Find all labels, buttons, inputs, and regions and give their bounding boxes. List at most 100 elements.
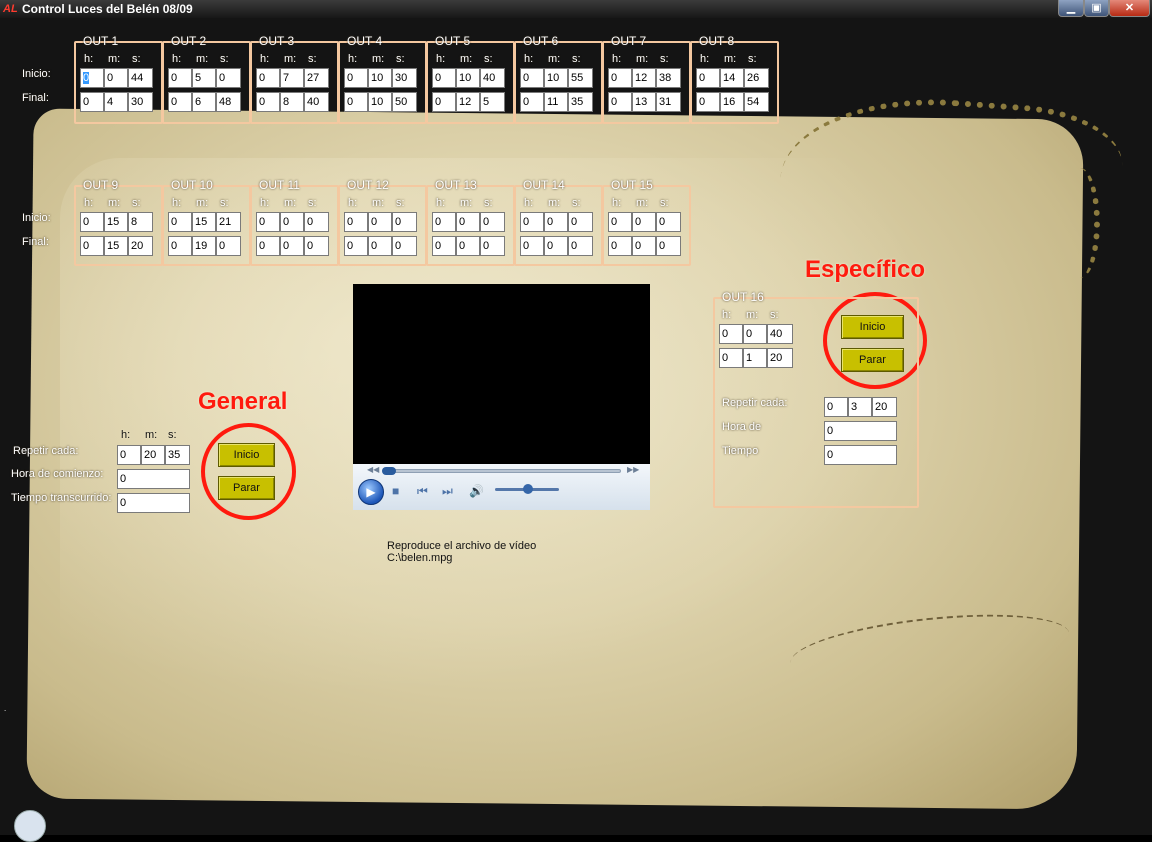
final-s-input[interactable]: 20: [128, 236, 153, 256]
final-h-input[interactable]: 0: [80, 92, 104, 112]
volume-icon[interactable]: 🔊: [469, 484, 484, 498]
inicio-h-input[interactable]: 0: [168, 68, 192, 88]
minimize-button[interactable]: ▁: [1058, 0, 1084, 17]
final-s-input[interactable]: 0: [568, 236, 593, 256]
close-button[interactable]: ✕: [1109, 0, 1150, 17]
inicio-s-input[interactable]: 44: [128, 68, 153, 88]
general-parar-button[interactable]: Parar: [218, 476, 275, 500]
inicio-m-input[interactable]: 5: [192, 68, 216, 88]
inicio-s-input[interactable]: 0: [568, 212, 593, 232]
inicio-s-input[interactable]: 0: [304, 212, 329, 232]
especifico-parar-button[interactable]: Parar: [841, 348, 904, 372]
previous-icon[interactable]: ⏮: [417, 484, 428, 498]
inicio-h-input[interactable]: 0: [608, 68, 632, 88]
inicio-h-input[interactable]: 0: [696, 68, 720, 88]
final-h-input[interactable]: 0: [432, 92, 456, 112]
final-s-input[interactable]: 35: [568, 92, 593, 112]
inicio-s-input[interactable]: 55: [568, 68, 593, 88]
final-h-input[interactable]: 0: [256, 92, 280, 112]
final-s-input[interactable]: 30: [128, 92, 153, 112]
inicio-m-input[interactable]: 10: [456, 68, 480, 88]
final-s-input[interactable]: 0: [216, 236, 241, 256]
final-h-input[interactable]: 0: [256, 236, 280, 256]
especifico-hora-input[interactable]: 0: [824, 421, 897, 441]
volume-knob[interactable]: [523, 484, 533, 494]
final-h-input[interactable]: 0: [168, 92, 192, 112]
general-inicio-button[interactable]: Inicio: [218, 443, 275, 467]
out16-final-s-input[interactable]: 20: [767, 348, 793, 368]
final-s-input[interactable]: 0: [656, 236, 681, 256]
final-h-input[interactable]: 0: [344, 92, 368, 112]
final-h-input[interactable]: 0: [344, 236, 368, 256]
inicio-m-input[interactable]: 15: [192, 212, 216, 232]
start-orb-icon[interactable]: [14, 810, 46, 842]
inicio-s-input[interactable]: 8: [128, 212, 153, 232]
general-hora-input[interactable]: 0: [117, 469, 190, 489]
inicio-h-input[interactable]: 0: [520, 212, 544, 232]
inicio-h-input[interactable]: 0: [256, 68, 280, 88]
inicio-h-input[interactable]: 0: [168, 212, 192, 232]
final-h-input[interactable]: 0: [608, 236, 632, 256]
inicio-m-input[interactable]: 10: [368, 68, 392, 88]
inicio-m-input[interactable]: 14: [720, 68, 744, 88]
final-h-input[interactable]: 0: [608, 92, 632, 112]
inicio-s-input[interactable]: 21: [216, 212, 241, 232]
final-m-input[interactable]: 19: [192, 236, 216, 256]
inicio-s-input[interactable]: 0: [392, 212, 417, 232]
final-m-input[interactable]: 4: [104, 92, 128, 112]
inicio-m-input[interactable]: 0: [280, 212, 304, 232]
inicio-s-input[interactable]: 27: [304, 68, 329, 88]
final-h-input[interactable]: 0: [696, 92, 720, 112]
inicio-s-input[interactable]: 0: [216, 68, 241, 88]
general-repetir-m-input[interactable]: 20: [141, 445, 165, 465]
final-m-input[interactable]: 0: [544, 236, 568, 256]
inicio-h-input[interactable]: 0: [432, 212, 456, 232]
final-s-input[interactable]: 50: [392, 92, 417, 112]
out16-inicio-h-input[interactable]: 0: [719, 324, 743, 344]
inicio-m-input[interactable]: 15: [104, 212, 128, 232]
next-icon[interactable]: ⏭: [442, 484, 453, 498]
final-s-input[interactable]: 5: [480, 92, 505, 112]
especifico-repetir-s-input[interactable]: 20: [872, 397, 897, 417]
inicio-m-input[interactable]: 10: [544, 68, 568, 88]
final-s-input[interactable]: 0: [480, 236, 505, 256]
inicio-m-input[interactable]: 0: [632, 212, 656, 232]
stop-icon[interactable]: ■: [392, 484, 399, 498]
final-m-input[interactable]: 16: [720, 92, 744, 112]
final-s-input[interactable]: 0: [304, 236, 329, 256]
inicio-m-input[interactable]: 0: [368, 212, 392, 232]
inicio-s-input[interactable]: 38: [656, 68, 681, 88]
inicio-h-input[interactable]: 0: [344, 212, 368, 232]
inicio-m-input[interactable]: 0: [544, 212, 568, 232]
final-s-input[interactable]: 40: [304, 92, 329, 112]
inicio-h-input[interactable]: 0: [256, 212, 280, 232]
general-tiempo-input[interactable]: 0: [117, 493, 190, 513]
inicio-m-input[interactable]: 0: [104, 68, 128, 88]
final-m-input[interactable]: 0: [456, 236, 480, 256]
inicio-h-input[interactable]: 0: [80, 68, 104, 88]
final-h-input[interactable]: 0: [168, 236, 192, 256]
especifico-repetir-m-input[interactable]: 3: [848, 397, 872, 417]
inicio-h-input[interactable]: 0: [608, 212, 632, 232]
out16-final-m-input[interactable]: 1: [743, 348, 767, 368]
inicio-m-input[interactable]: 7: [280, 68, 304, 88]
inicio-s-input[interactable]: 0: [656, 212, 681, 232]
seek-bar[interactable]: [382, 467, 621, 475]
inicio-h-input[interactable]: 0: [344, 68, 368, 88]
final-s-input[interactable]: 48: [216, 92, 241, 112]
final-m-input[interactable]: 6: [192, 92, 216, 112]
final-h-input[interactable]: 0: [520, 236, 544, 256]
final-m-input[interactable]: 12: [456, 92, 480, 112]
maximize-button[interactable]: ▣: [1084, 0, 1109, 17]
inicio-m-input[interactable]: 12: [632, 68, 656, 88]
inicio-h-input[interactable]: 0: [80, 212, 104, 232]
final-m-input[interactable]: 0: [280, 236, 304, 256]
seek-knob[interactable]: [382, 467, 396, 475]
final-s-input[interactable]: 31: [656, 92, 681, 112]
play-button[interactable]: ▶: [358, 479, 384, 505]
especifico-inicio-button[interactable]: Inicio: [841, 315, 904, 339]
especifico-repetir-h-input[interactable]: 0: [824, 397, 848, 417]
final-s-input[interactable]: 0: [392, 236, 417, 256]
final-h-input[interactable]: 0: [520, 92, 544, 112]
final-m-input[interactable]: 11: [544, 92, 568, 112]
